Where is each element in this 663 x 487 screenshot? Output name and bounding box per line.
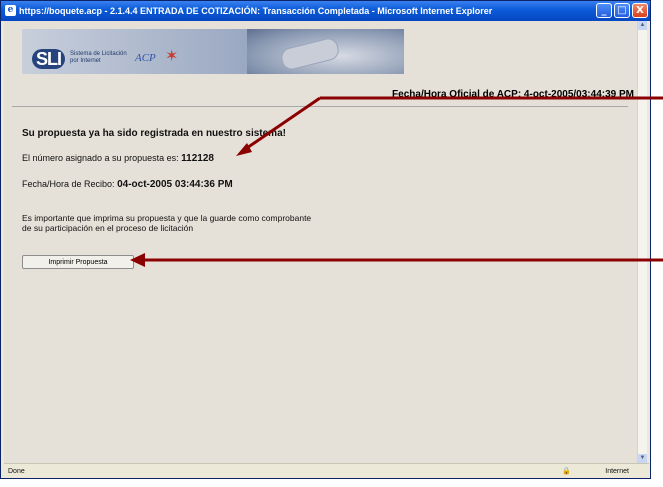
print-notice: Es importante que imprima su propuesta y… — [22, 213, 311, 233]
close-button[interactable]: X — [632, 3, 648, 18]
print-notice-line2: de su participación en el proceso de lic… — [22, 223, 194, 233]
sli-subtitle-line1: Sistema de Licitación — [70, 51, 127, 57]
title-bar[interactable]: e https://boquete.acp - 2.1.4.4 ENTRADA D… — [1, 1, 650, 21]
sli-banner: SLI Sistema de Licitación por Internet A… — [22, 29, 404, 74]
vertical-scrollbar[interactable]: ▲ ▼ — [637, 21, 647, 463]
sli-logo: SLI — [32, 49, 66, 69]
minimize-button[interactable]: _ — [596, 3, 612, 18]
receipt-datetime-value: 04-oct-2005 03:44:36 PM — [117, 179, 233, 190]
proposal-number-value: 112128 — [181, 153, 214, 164]
internet-explorer-icon: e — [5, 5, 16, 16]
handshake-icon — [279, 36, 341, 72]
browser-window: e https://boquete.acp - 2.1.4.4 ENTRADA D… — [0, 0, 651, 479]
acp-star-icon: ✶ — [165, 48, 179, 65]
proposal-number-row: El número asignado a su propuesta es: 11… — [22, 153, 214, 164]
page-content: SLI Sistema de Licitación por Internet A… — [4, 21, 637, 463]
confirmation-message: Su propuesta ya ha sido registrada en nu… — [22, 128, 286, 139]
receipt-datetime-row: Fecha/Hora de Recibo: 04-oct-2005 03:44:… — [22, 179, 233, 190]
receipt-datetime-label: Fecha/Hora de Recibo: — [22, 179, 115, 189]
window-controls: _ □ X — [596, 3, 648, 18]
scroll-down-icon[interactable]: ▼ — [638, 454, 647, 463]
proposal-number-label: El número asignado a su propuesta es: — [22, 153, 179, 163]
official-datetime: Fecha/Hora Oficial de ACP: 4-oct-2005/03… — [392, 89, 634, 100]
print-notice-line1: Es importante que imprima su propuesta y… — [22, 213, 312, 223]
handshake-image — [247, 29, 404, 74]
sli-subtitle-line2: por Internet — [70, 58, 101, 64]
security-zone: Internet — [605, 468, 629, 475]
scroll-up-icon[interactable]: ▲ — [638, 21, 647, 30]
lock-icon: 🔒 — [562, 468, 571, 475]
maximize-button[interactable]: □ — [614, 3, 630, 18]
acp-logo: ACP — [135, 52, 156, 64]
window-title: https://boquete.acp - 2.1.4.4 ENTRADA DE… — [19, 6, 493, 16]
status-bar: Done 🔒 Internet — [4, 463, 649, 478]
sli-subtitle: Sistema de Licitación por Internet — [70, 51, 127, 65]
status-text: Done — [8, 468, 25, 475]
divider — [12, 106, 628, 107]
print-proposal-button[interactable]: Imprimir Propuesta — [22, 255, 134, 269]
